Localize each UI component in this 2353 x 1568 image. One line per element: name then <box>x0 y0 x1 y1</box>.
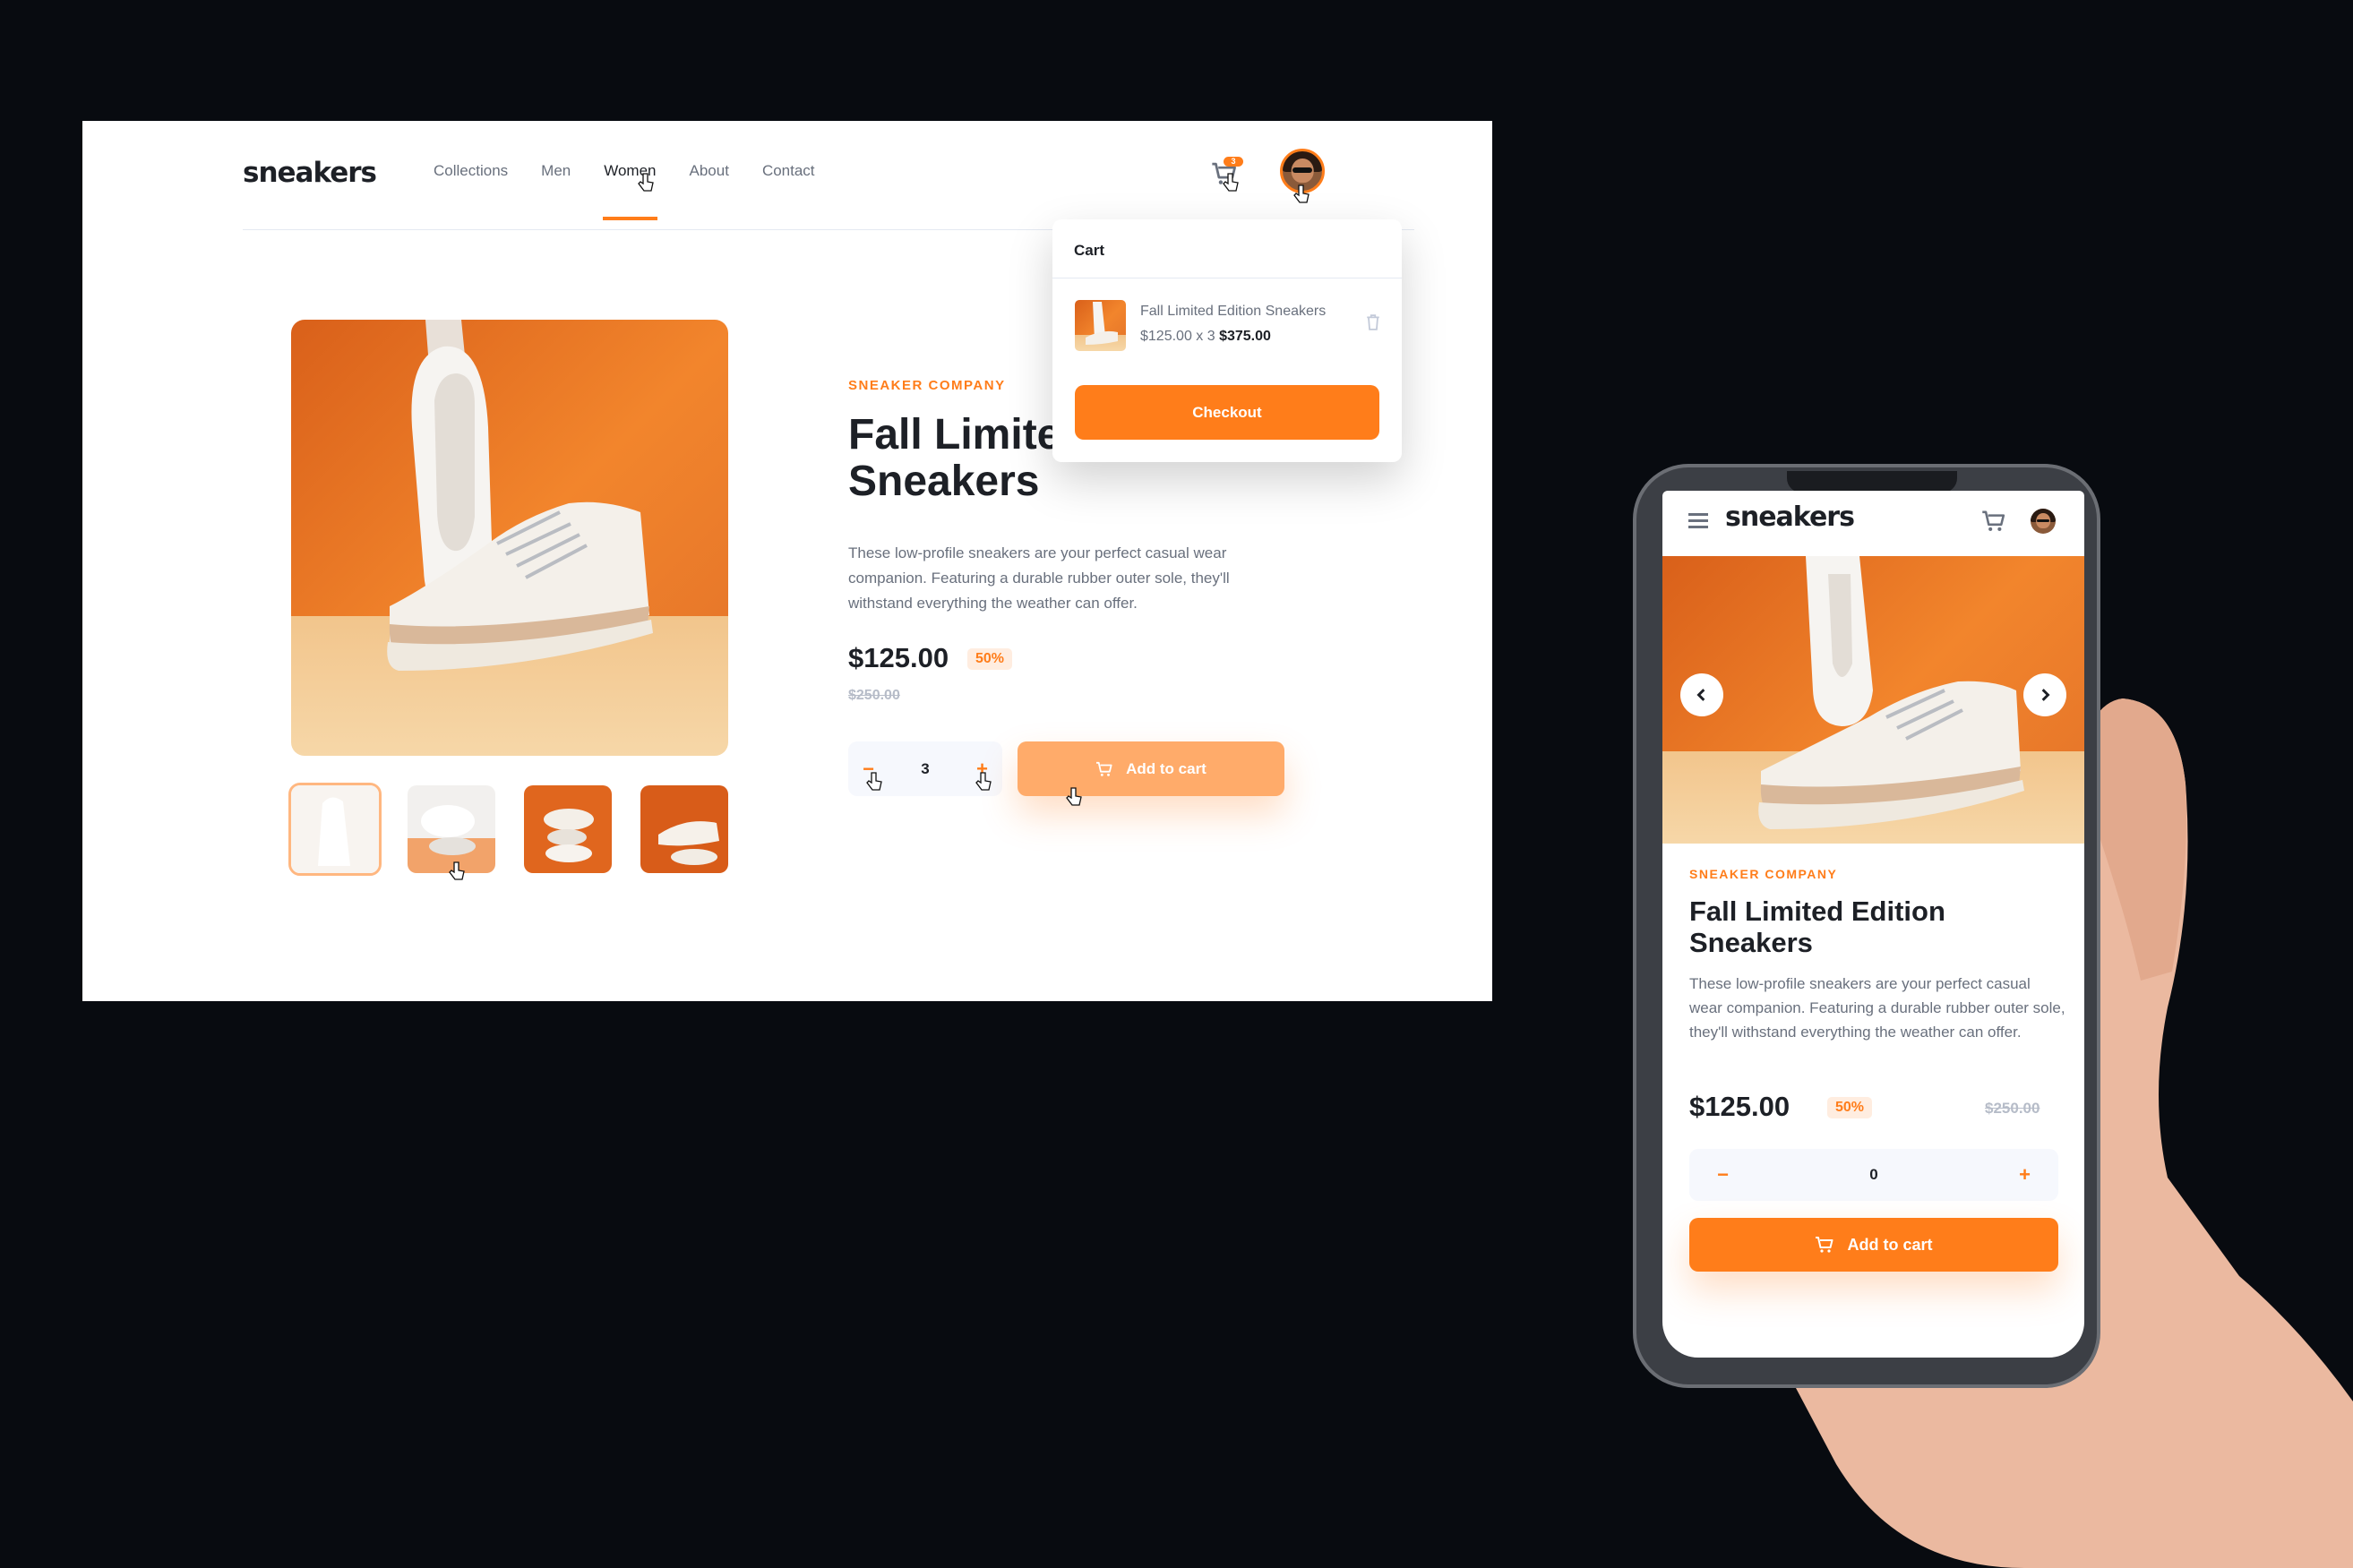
cart-count-badge: 3 <box>1224 157 1243 167</box>
cart-item-total: $375.00 <box>1219 329 1271 344</box>
quantity-plus-button[interactable]: + <box>2005 1149 2045 1201</box>
phone-notch <box>1787 471 1957 493</box>
product-price: $125.00 <box>848 642 949 673</box>
product-main-image[interactable] <box>291 320 728 756</box>
add-to-cart-button[interactable]: Add to cart <box>1689 1218 2058 1272</box>
original-price: $250.00 <box>1985 1100 2040 1117</box>
company-label: SNEAKER COMPANY <box>848 378 1006 393</box>
thumbnail-4[interactable] <box>640 785 728 873</box>
main-nav: Collections Men Women About Contact <box>434 162 815 220</box>
hand-cursor-icon <box>975 772 992 791</box>
previous-image-button[interactable] <box>1680 673 1723 716</box>
cart-title: Cart <box>1074 242 1105 259</box>
product-title-line2: Sneakers <box>848 458 1040 505</box>
product-price: $125.00 <box>1689 1091 1791 1122</box>
product-title: Fall Limited Edition Sneakers <box>1689 895 1945 958</box>
thumbnail-1[interactable] <box>288 783 382 876</box>
thumbnail-3[interactable] <box>524 785 612 873</box>
product-main-image[interactable] <box>1662 556 2084 844</box>
hand-cursor-icon <box>1066 787 1082 806</box>
original-price: $250.00 <box>848 688 900 703</box>
add-to-cart-label: Add to cart <box>1847 1235 1933 1254</box>
cart-icon <box>1096 761 1112 776</box>
company-label: SNEAKER COMPANY <box>1689 867 1838 881</box>
quantity-stepper: 0 − + <box>1689 1149 2058 1201</box>
hand-cursor-icon <box>1223 173 1239 192</box>
cart-item-name: Fall Limited Edition Sneakers <box>1140 304 1327 319</box>
product-description: These low-profile sneakers are your perf… <box>1689 975 2065 1041</box>
checkout-button[interactable]: Checkout <box>1075 385 1379 440</box>
user-avatar[interactable] <box>2031 509 2056 534</box>
discount-badge: 50% <box>967 648 1013 670</box>
hand-cursor-icon <box>1293 184 1310 203</box>
hand-cursor-icon <box>638 173 654 192</box>
cart-icon[interactable] <box>1981 510 2006 533</box>
quantity-minus-button[interactable]: − <box>1703 1149 1743 1201</box>
cart-icon <box>1816 1237 1833 1253</box>
nav-link-collections[interactable]: Collections <box>434 162 508 180</box>
add-to-cart-button[interactable]: Add to cart <box>1018 741 1284 796</box>
nav-link-contact[interactable]: Contact <box>762 162 815 180</box>
add-to-cart-label: Add to cart <box>1126 759 1207 777</box>
hand-cursor-icon <box>866 772 882 791</box>
product-description: These low-profile sneakers are your perf… <box>848 544 1230 612</box>
quantity-value: 0 <box>1869 1166 1878 1183</box>
chevron-right-icon <box>2041 689 2050 701</box>
discount-badge: 50% <box>1827 1097 1873 1118</box>
thumbnail-2[interactable] <box>408 785 495 873</box>
cart-item-unit-qty: $125.00 x 3 <box>1140 329 1215 344</box>
nav-link-about[interactable]: About <box>690 162 729 180</box>
hand-cursor-icon <box>449 861 465 880</box>
desktop-page-mockup: sneakers Collections Men Women About Con… <box>82 121 1492 1001</box>
cart-dropdown: Cart Fall Limited Edition Sneakers $125.… <box>1052 219 1402 462</box>
brand-logo[interactable]: sneakers <box>1725 501 1855 533</box>
chevron-left-icon <box>1696 689 1705 701</box>
trash-icon[interactable] <box>1366 314 1380 330</box>
cart-item-thumbnail <box>1075 300 1126 351</box>
hamburger-menu-icon[interactable] <box>1688 512 1708 528</box>
nav-link-men[interactable]: Men <box>541 162 571 180</box>
cart-item-price: $125.00 x 3 $375.00 <box>1140 329 1271 345</box>
brand-logo[interactable]: sneakers <box>243 157 377 189</box>
mobile-page-mockup: sneakers SNEAKER COMPANY Fall Limited Ed… <box>1662 491 2084 1358</box>
next-image-button[interactable] <box>2023 673 2066 716</box>
